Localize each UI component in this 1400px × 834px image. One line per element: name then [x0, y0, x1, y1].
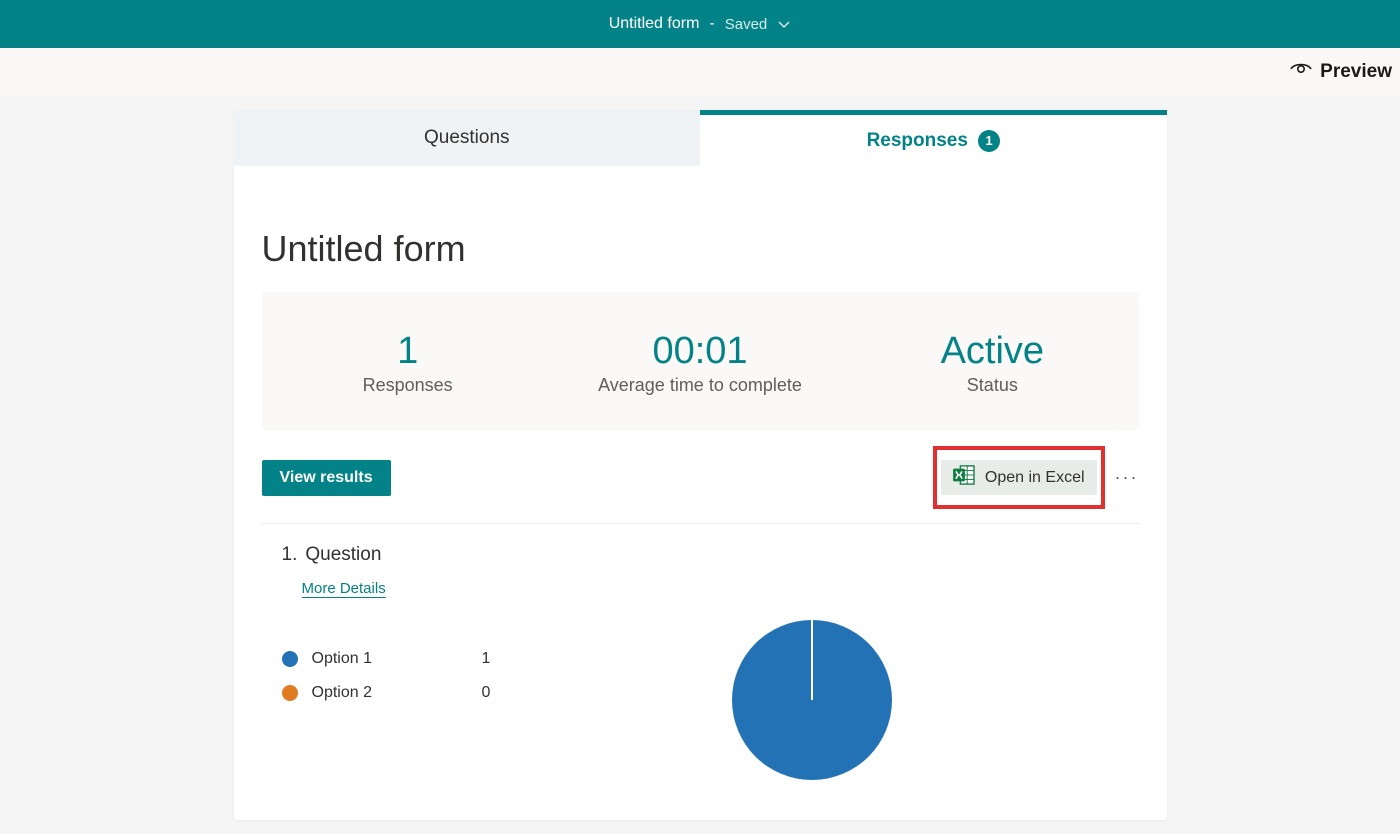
question-title: Question — [305, 544, 381, 566]
stat-status-label: Status — [846, 375, 1138, 396]
more-options-button[interactable]: ··· — [1115, 467, 1139, 488]
question-number: 1. — [282, 544, 298, 566]
legend-count: 1 — [482, 650, 491, 668]
form-title-header[interactable]: Untitled form — [609, 15, 700, 33]
preview-button[interactable]: Preview — [1290, 61, 1392, 83]
swatch-icon — [282, 685, 298, 701]
stat-avg-time: 00:01 Average time to complete — [554, 330, 846, 396]
excel-icon — [953, 465, 975, 490]
question-1: 1. Question More Details Option 1 1 Opti… — [234, 524, 1167, 820]
stat-avg-time-label: Average time to complete — [554, 375, 846, 396]
legend-count: 0 — [482, 684, 491, 702]
title-bar: Untitled form - Saved — [0, 0, 1400, 48]
open-excel-label: Open in Excel — [985, 469, 1085, 487]
tab-questions[interactable]: Questions — [234, 110, 701, 166]
more-details-link[interactable]: More Details — [302, 580, 386, 598]
preview-label: Preview — [1320, 61, 1392, 83]
pie-slice-divider — [811, 620, 813, 700]
legend-item: Option 1 1 — [282, 650, 662, 668]
actions-row: View results O — [234, 430, 1167, 523]
page-title: Untitled form — [234, 166, 1167, 292]
stat-status-value: Active — [846, 330, 1138, 373]
stat-responses-value: 1 — [262, 330, 554, 373]
stat-avg-time-value: 00:01 — [554, 330, 846, 373]
stats-panel: 1 Responses 00:01 Average time to comple… — [262, 292, 1139, 430]
legend-item: Option 2 0 — [282, 684, 662, 702]
view-results-button[interactable]: View results — [262, 460, 391, 496]
stat-responses: 1 Responses — [262, 330, 554, 396]
legend: Option 1 1 Option 2 0 — [282, 650, 662, 718]
open-in-excel-button[interactable]: Open in Excel — [941, 460, 1097, 495]
response-count-badge: 1 — [978, 130, 1000, 152]
open-excel-highlight: Open in Excel — [933, 446, 1105, 509]
save-status: Saved — [725, 16, 768, 33]
tab-responses[interactable]: Responses 1 — [700, 110, 1167, 166]
tab-bar: Questions Responses 1 — [234, 110, 1167, 166]
command-bar: Preview — [0, 48, 1400, 96]
legend-label: Option 2 — [312, 684, 482, 702]
swatch-icon — [282, 651, 298, 667]
eye-icon — [1290, 61, 1312, 83]
legend-label: Option 1 — [312, 650, 482, 668]
stat-responses-label: Responses — [262, 375, 554, 396]
pie-chart — [732, 620, 892, 780]
chevron-down-icon[interactable] — [777, 17, 791, 31]
separator: - — [709, 15, 714, 33]
stat-status: Active Status — [846, 330, 1138, 396]
form-card: Questions Responses 1 Untitled form 1 Re… — [234, 110, 1167, 820]
